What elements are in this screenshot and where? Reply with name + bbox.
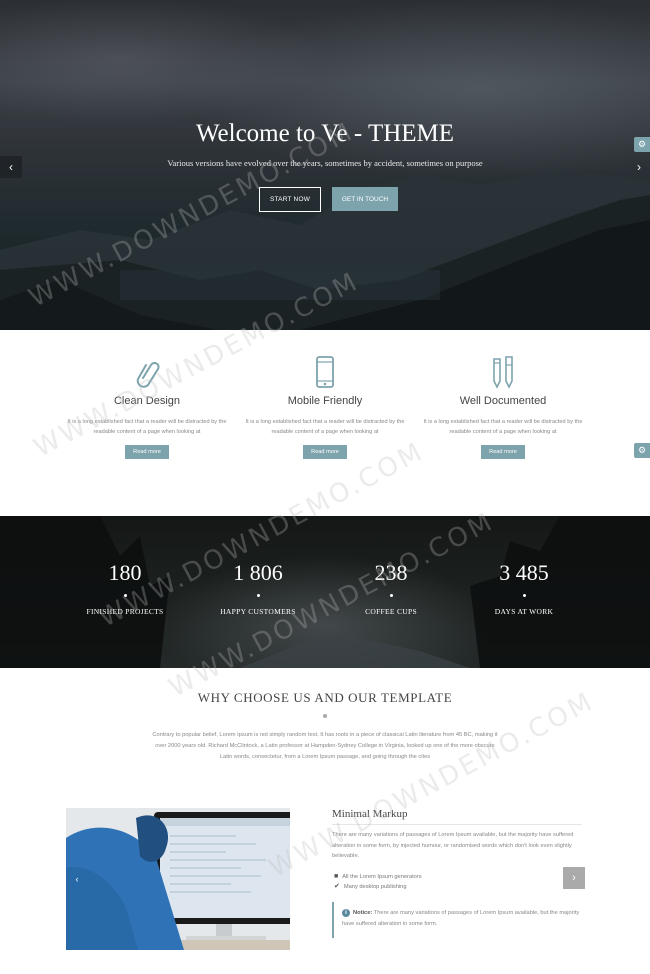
stat-happy-customers: 1 806 HAPPY CUSTOMERS (193, 560, 323, 616)
hero-title: Welcome to Ve - THEME (195, 120, 455, 147)
stat-number: 238 (374, 560, 408, 585)
notice-box: i Notice: There are many variations of pa… (332, 902, 582, 938)
stat-label: FINISHED PROJECTS (86, 607, 164, 616)
pencil-pen-icon (403, 355, 603, 389)
chevron-right-icon[interactable]: › (628, 156, 650, 178)
stat-number: 180 (108, 560, 142, 585)
list-item: ✔ Many desktop publishing (334, 882, 422, 892)
list-item-text: All the Lorem Ipsum generators (342, 874, 422, 880)
stats-section: 180 FINISHED PROJECTS 1 806 HAPPY CUSTOM… (0, 516, 650, 668)
stat-dot (123, 594, 127, 597)
workspace-photo (66, 808, 290, 950)
stat-number: 3 485 (499, 560, 549, 585)
stat-finished-projects: 180 FINISHED PROJECTS (60, 560, 190, 616)
notice-label: Notice: (353, 910, 373, 916)
feature-text: It is a long established fact that a rea… (67, 419, 227, 435)
read-more-button[interactable]: Read more (303, 445, 347, 459)
check-icon: ✔ (334, 883, 340, 890)
list-item: ■ All the Lorem Ipsum generators (334, 872, 422, 882)
read-more-button[interactable]: Read more (125, 445, 169, 459)
divider-dot (323, 714, 327, 718)
chevron-left-icon[interactable]: ‹ (0, 156, 22, 178)
gear-icon[interactable]: ⚙ (634, 137, 650, 152)
stat-coffee-cups: 238 COFFEE CUPS (326, 560, 456, 616)
info-icon: i (342, 909, 350, 917)
read-more-button[interactable]: Read more (481, 445, 525, 459)
minimal-markup-title: Minimal Markup (332, 808, 408, 820)
gear-icon[interactable]: ⚙ (634, 443, 650, 458)
hero-section: Welcome to Ve - THEME Various versions h… (0, 0, 650, 330)
feature-list: ■ All the Lorem Ipsum generators ✔ Many de… (334, 872, 422, 892)
feature-text: It is a long established fact that a rea… (423, 419, 583, 435)
hero-subtitle: Various versions have evolved over the y… (167, 158, 483, 168)
stat-number: 1 806 (233, 560, 283, 585)
feature-well-documented: Well Documented It is a long established… (403, 355, 603, 459)
why-text: Contrary to popular belief, Lorem Ipsum … (152, 732, 498, 760)
why-title: WHY CHOOSE US AND OUR TEMPLATE (197, 690, 453, 705)
feature-title: Mobile Friendly (287, 395, 363, 407)
divider (332, 824, 582, 825)
get-in-touch-button[interactable]: GET IN TOUCH (332, 187, 398, 211)
stat-dot (256, 594, 260, 597)
feature-title: Clean Design (113, 395, 181, 407)
feature-clean-design: Clean Design It is a long established fa… (47, 355, 247, 459)
list-item-text: Many desktop publishing (343, 884, 407, 890)
feature-title: Well Documented (459, 395, 547, 407)
stat-label: DAYS AT WORK (494, 607, 554, 616)
paperclip-icon (47, 355, 247, 389)
chevron-right-icon[interactable]: › (563, 867, 585, 889)
minimal-markup-text: There are many variations of passages of… (332, 832, 574, 859)
stat-dot (389, 594, 393, 597)
bookmark-icon: ■ (334, 873, 339, 880)
feature-text: It is a long established fact that a rea… (245, 419, 405, 435)
feature-mobile-friendly: Mobile Friendly It is a long established… (225, 355, 425, 459)
mobile-phone-icon (225, 355, 425, 389)
start-now-button[interactable]: START NOW (259, 187, 321, 212)
notice-text: There are many variations of passages of… (342, 910, 580, 927)
chevron-left-icon[interactable]: ‹ (70, 870, 84, 888)
stat-days-at-work: 3 485 DAYS AT WORK (459, 560, 589, 616)
stat-label: COFFEE CUPS (365, 607, 417, 616)
stat-label: HAPPY CUSTOMERS (220, 607, 296, 616)
photo-illustration (66, 808, 290, 950)
stat-dot (522, 594, 526, 597)
